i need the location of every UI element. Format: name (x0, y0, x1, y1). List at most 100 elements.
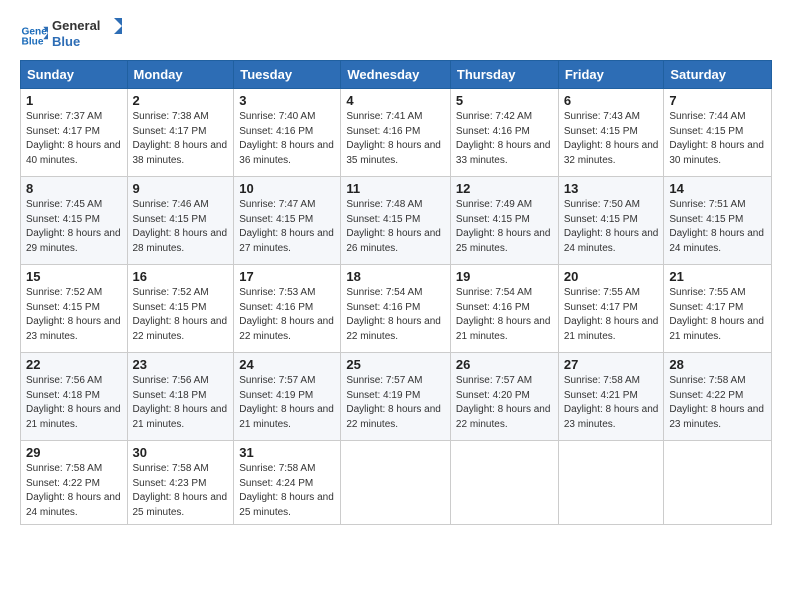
svg-text:Blue: Blue (52, 34, 80, 49)
calendar-week-5: 29 Sunrise: 7:58 AMSunset: 4:22 PMDaylig… (21, 441, 772, 525)
calendar-cell: 13 Sunrise: 7:50 AMSunset: 4:15 PMDaylig… (558, 177, 664, 265)
calendar-cell: 28 Sunrise: 7:58 AMSunset: 4:22 PMDaylig… (664, 353, 772, 441)
calendar-cell (558, 441, 664, 525)
day-number: 9 (133, 181, 229, 196)
logo-svg: General Blue (52, 16, 122, 50)
day-number: 7 (669, 93, 766, 108)
calendar-cell: 12 Sunrise: 7:49 AMSunset: 4:15 PMDaylig… (450, 177, 558, 265)
weekday-header-friday: Friday (558, 61, 664, 89)
day-number: 13 (564, 181, 659, 196)
calendar-cell: 10 Sunrise: 7:47 AMSunset: 4:15 PMDaylig… (234, 177, 341, 265)
weekday-header-thursday: Thursday (450, 61, 558, 89)
calendar-cell: 18 Sunrise: 7:54 AMSunset: 4:16 PMDaylig… (341, 265, 451, 353)
header: General Blue General Blue (20, 16, 772, 50)
day-number: 2 (133, 93, 229, 108)
day-info: Sunrise: 7:57 AMSunset: 4:19 PMDaylight:… (239, 375, 334, 430)
day-info: Sunrise: 7:58 AMSunset: 4:22 PMDaylight:… (669, 375, 764, 430)
day-info: Sunrise: 7:56 AMSunset: 4:18 PMDaylight:… (26, 375, 121, 430)
calendar-cell: 14 Sunrise: 7:51 AMSunset: 4:15 PMDaylig… (664, 177, 772, 265)
day-info: Sunrise: 7:48 AMSunset: 4:15 PMDaylight:… (346, 199, 441, 254)
calendar-cell: 20 Sunrise: 7:55 AMSunset: 4:17 PMDaylig… (558, 265, 664, 353)
day-number: 12 (456, 181, 553, 196)
day-number: 28 (669, 357, 766, 372)
calendar-cell: 23 Sunrise: 7:56 AMSunset: 4:18 PMDaylig… (127, 353, 234, 441)
day-info: Sunrise: 7:53 AMSunset: 4:16 PMDaylight:… (239, 287, 334, 342)
day-number: 17 (239, 269, 335, 284)
calendar-cell: 19 Sunrise: 7:54 AMSunset: 4:16 PMDaylig… (450, 265, 558, 353)
calendar-week-3: 15 Sunrise: 7:52 AMSunset: 4:15 PMDaylig… (21, 265, 772, 353)
day-number: 10 (239, 181, 335, 196)
day-number: 26 (456, 357, 553, 372)
day-number: 25 (346, 357, 445, 372)
day-number: 6 (564, 93, 659, 108)
svg-text:General: General (52, 18, 100, 33)
calendar-cell: 17 Sunrise: 7:53 AMSunset: 4:16 PMDaylig… (234, 265, 341, 353)
calendar-week-1: 1 Sunrise: 7:37 AMSunset: 4:17 PMDayligh… (21, 89, 772, 177)
logo-icon: General Blue (20, 19, 48, 47)
day-info: Sunrise: 7:55 AMSunset: 4:17 PMDaylight:… (564, 287, 659, 342)
day-info: Sunrise: 7:38 AMSunset: 4:17 PMDaylight:… (133, 111, 228, 166)
day-number: 14 (669, 181, 766, 196)
day-info: Sunrise: 7:43 AMSunset: 4:15 PMDaylight:… (564, 111, 659, 166)
day-number: 19 (456, 269, 553, 284)
day-info: Sunrise: 7:58 AMSunset: 4:24 PMDaylight:… (239, 463, 334, 518)
page: General Blue General Blue SundayMondayTu… (0, 0, 792, 612)
svg-text:Blue: Blue (22, 37, 44, 47)
calendar-week-4: 22 Sunrise: 7:56 AMSunset: 4:18 PMDaylig… (21, 353, 772, 441)
calendar-cell: 1 Sunrise: 7:37 AMSunset: 4:17 PMDayligh… (21, 89, 128, 177)
day-info: Sunrise: 7:37 AMSunset: 4:17 PMDaylight:… (26, 111, 121, 166)
calendar-cell: 3 Sunrise: 7:40 AMSunset: 4:16 PMDayligh… (234, 89, 341, 177)
day-info: Sunrise: 7:42 AMSunset: 4:16 PMDaylight:… (456, 111, 551, 166)
calendar-cell: 16 Sunrise: 7:52 AMSunset: 4:15 PMDaylig… (127, 265, 234, 353)
day-info: Sunrise: 7:52 AMSunset: 4:15 PMDaylight:… (133, 287, 228, 342)
calendar-cell (450, 441, 558, 525)
day-number: 1 (26, 93, 122, 108)
day-number: 30 (133, 445, 229, 460)
logo: General Blue General Blue (20, 16, 122, 50)
day-info: Sunrise: 7:51 AMSunset: 4:15 PMDaylight:… (669, 199, 764, 254)
day-info: Sunrise: 7:54 AMSunset: 4:16 PMDaylight:… (456, 287, 551, 342)
day-info: Sunrise: 7:49 AMSunset: 4:15 PMDaylight:… (456, 199, 551, 254)
calendar-cell: 22 Sunrise: 7:56 AMSunset: 4:18 PMDaylig… (21, 353, 128, 441)
day-number: 15 (26, 269, 122, 284)
day-info: Sunrise: 7:58 AMSunset: 4:23 PMDaylight:… (133, 463, 228, 518)
day-info: Sunrise: 7:58 AMSunset: 4:22 PMDaylight:… (26, 463, 121, 518)
day-number: 23 (133, 357, 229, 372)
calendar-cell: 21 Sunrise: 7:55 AMSunset: 4:17 PMDaylig… (664, 265, 772, 353)
calendar-cell: 8 Sunrise: 7:45 AMSunset: 4:15 PMDayligh… (21, 177, 128, 265)
day-number: 11 (346, 181, 445, 196)
day-info: Sunrise: 7:54 AMSunset: 4:16 PMDaylight:… (346, 287, 441, 342)
weekday-header-sunday: Sunday (21, 61, 128, 89)
calendar-cell: 26 Sunrise: 7:57 AMSunset: 4:20 PMDaylig… (450, 353, 558, 441)
day-info: Sunrise: 7:50 AMSunset: 4:15 PMDaylight:… (564, 199, 659, 254)
day-number: 29 (26, 445, 122, 460)
weekday-header-tuesday: Tuesday (234, 61, 341, 89)
calendar-cell: 2 Sunrise: 7:38 AMSunset: 4:17 PMDayligh… (127, 89, 234, 177)
day-info: Sunrise: 7:55 AMSunset: 4:17 PMDaylight:… (669, 287, 764, 342)
day-number: 18 (346, 269, 445, 284)
calendar-cell (664, 441, 772, 525)
day-number: 27 (564, 357, 659, 372)
day-info: Sunrise: 7:56 AMSunset: 4:18 PMDaylight:… (133, 375, 228, 430)
calendar-cell: 27 Sunrise: 7:58 AMSunset: 4:21 PMDaylig… (558, 353, 664, 441)
day-number: 16 (133, 269, 229, 284)
day-number: 22 (26, 357, 122, 372)
day-number: 20 (564, 269, 659, 284)
day-info: Sunrise: 7:44 AMSunset: 4:15 PMDaylight:… (669, 111, 764, 166)
calendar-cell: 9 Sunrise: 7:46 AMSunset: 4:15 PMDayligh… (127, 177, 234, 265)
day-info: Sunrise: 7:57 AMSunset: 4:19 PMDaylight:… (346, 375, 441, 430)
calendar-cell: 7 Sunrise: 7:44 AMSunset: 4:15 PMDayligh… (664, 89, 772, 177)
day-number: 3 (239, 93, 335, 108)
weekday-header-row: SundayMondayTuesdayWednesdayThursdayFrid… (21, 61, 772, 89)
calendar-cell: 5 Sunrise: 7:42 AMSunset: 4:16 PMDayligh… (450, 89, 558, 177)
calendar-week-2: 8 Sunrise: 7:45 AMSunset: 4:15 PMDayligh… (21, 177, 772, 265)
calendar-cell: 31 Sunrise: 7:58 AMSunset: 4:24 PMDaylig… (234, 441, 341, 525)
weekday-header-saturday: Saturday (664, 61, 772, 89)
calendar-cell: 4 Sunrise: 7:41 AMSunset: 4:16 PMDayligh… (341, 89, 451, 177)
day-info: Sunrise: 7:57 AMSunset: 4:20 PMDaylight:… (456, 375, 551, 430)
day-number: 4 (346, 93, 445, 108)
day-info: Sunrise: 7:40 AMSunset: 4:16 PMDaylight:… (239, 111, 334, 166)
day-number: 24 (239, 357, 335, 372)
day-number: 31 (239, 445, 335, 460)
day-info: Sunrise: 7:45 AMSunset: 4:15 PMDaylight:… (26, 199, 121, 254)
